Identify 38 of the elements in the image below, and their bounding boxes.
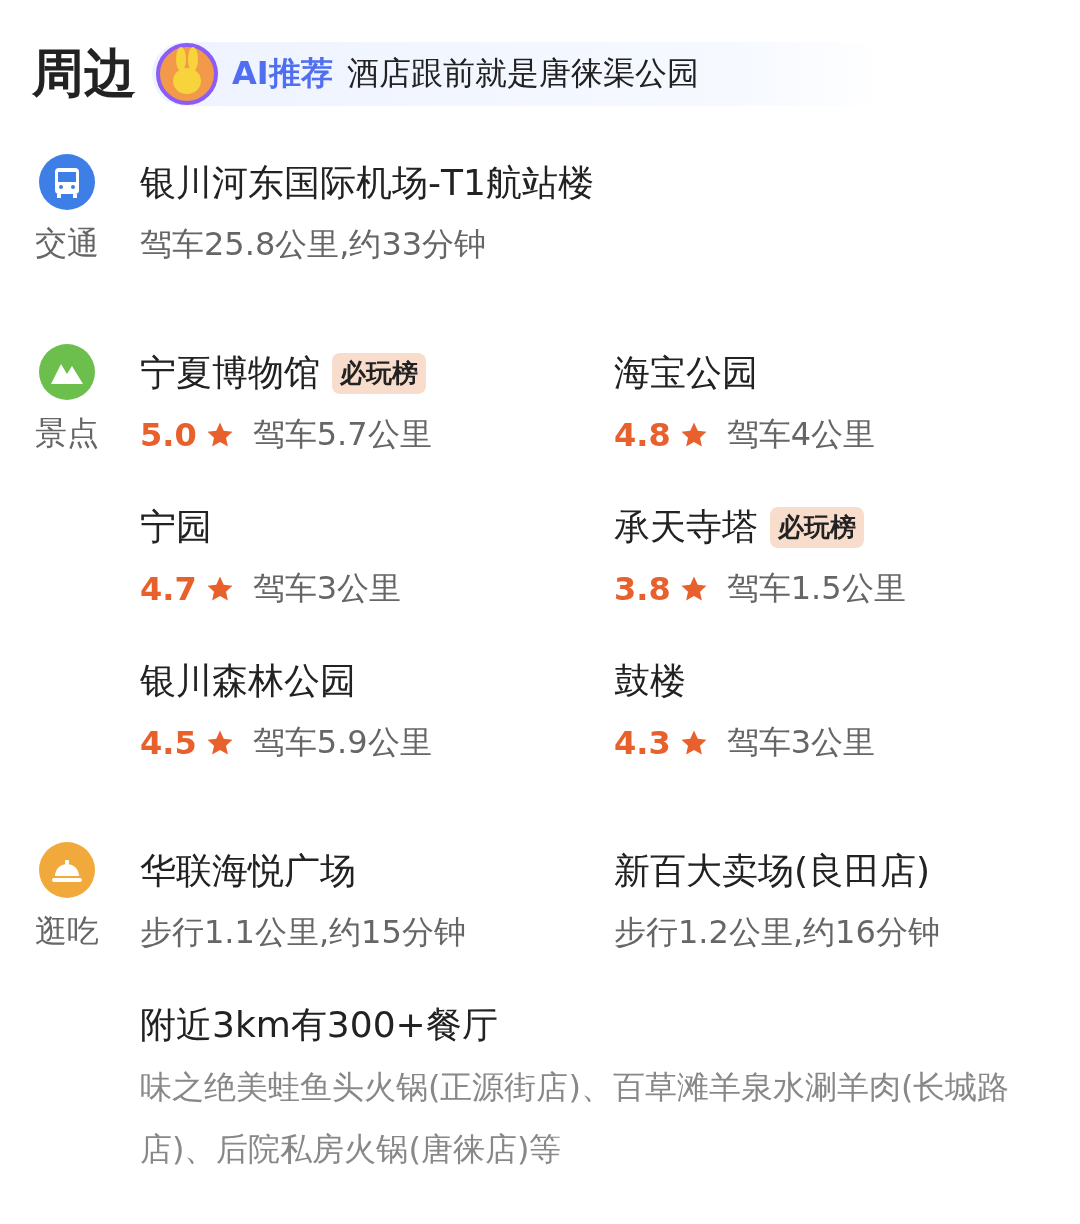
rating: 4.7 (140, 570, 197, 608)
must-visit-badge: 必玩榜 (770, 506, 864, 548)
distance: 驾车25.8公里,约33分钟 (140, 224, 487, 265)
ai-text: 酒店跟前就是唐徕渠公园 (346, 53, 699, 94)
place-name[interactable]: 鼓楼 (614, 656, 686, 706)
rating: 4.5 (140, 724, 197, 762)
mountain-icon (39, 344, 95, 400)
place-name[interactable]: 承天寺塔 (614, 502, 758, 552)
distance: 驾车1.5公里 (726, 568, 906, 609)
distance: 驾车3公里 (726, 722, 876, 763)
category-label: 交通 (34, 223, 100, 264)
distance: 驾车5.9公里 (252, 722, 432, 763)
category-label: 逛吃 (34, 911, 100, 952)
place-name[interactable]: 宁园 (140, 502, 212, 552)
rating: 4.3 (614, 724, 671, 762)
distance: 步行1.2公里,约16分钟 (614, 912, 940, 953)
distance: 驾车3公里 (252, 568, 402, 609)
place-name[interactable]: 宁夏博物馆 (140, 348, 320, 398)
bus-icon (39, 154, 95, 210)
must-visit-badge: 必玩榜 (332, 352, 426, 394)
rating: 3.8 (614, 570, 671, 608)
category-label: 景点 (34, 413, 100, 454)
place-name[interactable]: 华联海悦广场 (140, 846, 356, 896)
rating: 4.8 (614, 416, 671, 454)
place-name[interactable]: 银川河东国际机场-T1航站楼 (140, 158, 594, 208)
distance: 步行1.1公里,约15分钟 (140, 912, 466, 953)
distance: 驾车4公里 (726, 414, 876, 455)
ai-tag: AI推荐 (232, 52, 333, 96)
summary-title: 附近3km有300+餐厅 (140, 1003, 499, 1047)
mascot-icon (156, 43, 218, 105)
rating: 5.0 (140, 416, 197, 454)
service-bell-icon (39, 842, 95, 898)
place-name[interactable]: 海宝公园 (614, 348, 758, 398)
summary-text: 味之绝美蛙鱼头火锅(正源街店)、百草滩羊泉水涮羊肉(长城路店)、后院私房火锅(唐徕店)等 (140, 1067, 1011, 1170)
section-title: 周边 (32, 42, 136, 105)
place-name[interactable]: 新百大卖场(良田店) (614, 846, 931, 896)
distance: 驾车5.7公里 (252, 414, 432, 455)
place-name[interactable]: 银川森林公园 (140, 656, 356, 706)
